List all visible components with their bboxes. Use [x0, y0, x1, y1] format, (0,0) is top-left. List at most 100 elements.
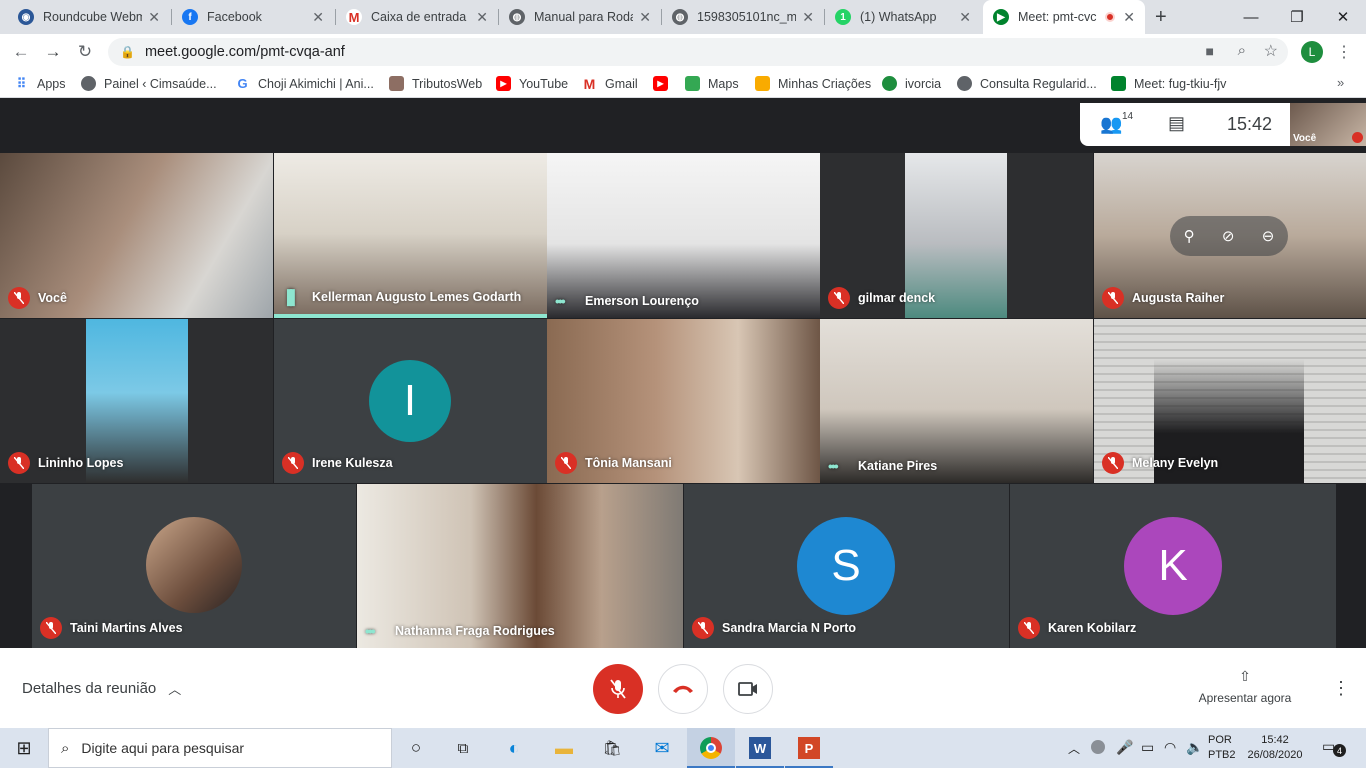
tab-roundcube[interactable]: ◉ Roundcube Webm ✕	[8, 0, 170, 34]
tab-gmail[interactable]: M Caixa de entrada ( ✕	[336, 0, 498, 34]
participant-name: Você	[38, 291, 67, 305]
people-icon[interactable]: 👥	[1100, 114, 1122, 135]
minimize-icon[interactable]: —	[1228, 0, 1274, 34]
meet-tray-icon[interactable]	[1091, 740, 1105, 754]
close-icon[interactable]: ✕	[312, 9, 324, 26]
bookmark-meet[interactable]: Meet: fug-tkiu-fjv	[1111, 76, 1226, 91]
taskbar-clock[interactable]: 15:42 26/08/2020	[1242, 733, 1308, 763]
taskbar-word[interactable]: W	[736, 728, 784, 768]
zoom-icon[interactable]: ⌕	[1238, 42, 1246, 59]
participant-tile[interactable]: ⚲ ⊘ ⊖ Augusta Raiher	[1094, 153, 1366, 318]
bookmark-label: TributosWeb	[412, 76, 483, 91]
language-indicator[interactable]: POR PTB2	[1208, 733, 1242, 763]
present-now-button[interactable]: ⇧ Apresentar agora	[1190, 668, 1300, 705]
participant-tile[interactable]: Melany Evelyn	[1094, 319, 1366, 483]
bookmark-painel[interactable]: Painel ‹ Cimsaúde...	[81, 76, 217, 91]
close-icon[interactable]: ✕	[802, 9, 814, 26]
avatar: K	[1124, 517, 1222, 615]
close-icon[interactable]: ✕	[1123, 9, 1135, 26]
task-view-icon[interactable]: ⧉	[451, 736, 475, 760]
chevron-up-icon: ︿	[168, 682, 182, 697]
participant-tile-speaking[interactable]: ▐▌ Kellerman Augusto Lemes Godarth	[274, 153, 547, 318]
bookmark-apps[interactable]: ⠿ Apps	[14, 76, 66, 91]
chat-icon[interactable]: ▤	[1168, 113, 1185, 134]
close-icon[interactable]: ✕	[148, 9, 160, 26]
tab-facebook[interactable]: f Facebook ✕	[172, 0, 334, 34]
close-window-icon[interactable]: ✕	[1320, 0, 1366, 34]
close-icon[interactable]: ✕	[639, 9, 651, 26]
participant-tile[interactable]: ••• Emerson Lourenço	[547, 153, 820, 318]
meet-stage: 👥 14 ▤ 15:42 Você Você ▐▌ Kellerman Augus…	[0, 98, 1366, 648]
windows-start-icon[interactable]: ⊞	[12, 736, 36, 760]
more-options-icon[interactable]: ⋮	[1332, 678, 1350, 699]
wifi-icon[interactable]: ◠	[1164, 739, 1176, 756]
participant-tile[interactable]: I Irene Kulesza	[274, 319, 547, 483]
bookmark-youtube-2[interactable]: ▶	[653, 76, 676, 91]
mail-icon[interactable]: ✉	[650, 736, 674, 760]
tab-whatsapp[interactable]: 1 (1) WhatsApp ✕	[825, 0, 981, 34]
back-icon[interactable]: ←	[10, 41, 32, 63]
participant-name: Irene Kulesza	[312, 456, 393, 470]
meeting-details-button[interactable]: Detalhes da reunião ︿	[22, 679, 181, 698]
participant-tile[interactable]: Tônia Mansani	[547, 319, 820, 483]
mic-toggle-button[interactable]	[593, 664, 643, 714]
bookmark-minhas-criacoes[interactable]: Minhas Criações	[755, 76, 871, 91]
taskbar-chrome[interactable]	[687, 728, 735, 768]
bookmark-maps[interactable]: Maps	[685, 76, 739, 91]
bookmark-gmail[interactable]: M Gmail	[582, 76, 638, 92]
forward-icon[interactable]: →	[42, 41, 64, 63]
reload-icon[interactable]: ↻	[74, 41, 96, 63]
tab-manual[interactable]: ◍ Manual para Roda ✕	[499, 0, 661, 34]
star-icon[interactable]: ☆	[1264, 41, 1278, 61]
battery-icon[interactable]: ▭	[1141, 739, 1154, 756]
participant-tile[interactable]: S Sandra Marcia N Porto	[684, 484, 1009, 648]
tab-meet-active[interactable]: ▶ Meet: pmt-cvc ✕	[983, 0, 1145, 34]
camera-icon[interactable]: ■	[1206, 43, 1214, 59]
bookmark-label: Painel ‹ Cimsaúde...	[104, 76, 217, 91]
participant-name: Emerson Lourenço	[585, 294, 699, 308]
participant-tile[interactable]: K Karen Kobilarz	[1010, 484, 1336, 648]
chevron-up-icon[interactable]: ︿	[1068, 740, 1080, 757]
participant-tile[interactable]: ••• Katiane Pires	[820, 319, 1093, 483]
taskbar-powerpoint[interactable]: P	[785, 728, 833, 768]
edge-icon[interactable]: ◐	[502, 736, 526, 760]
bookmark-youtube[interactable]: ▶ YouTube	[496, 76, 568, 91]
taskbar-search[interactable]: ⌕ Digite aqui para pesquisar	[48, 728, 392, 768]
microphone-icon[interactable]: 🎤	[1116, 739, 1133, 756]
leave-call-button[interactable]	[658, 664, 708, 714]
meeting-info-panel: 👥 14 ▤ 15:42	[1080, 103, 1290, 146]
self-view-thumbnail[interactable]: Você	[1290, 103, 1366, 146]
store-icon[interactable]: 🛍	[600, 736, 624, 760]
participant-tile[interactable]: Lininho Lopes	[0, 319, 273, 483]
word-icon: W	[749, 737, 771, 759]
bookmark-tributosweb[interactable]: TributosWeb	[389, 76, 482, 91]
file-explorer-icon[interactable]: ▬	[552, 736, 576, 760]
more-bookmarks-icon[interactable]: »	[1337, 75, 1344, 90]
camera-toggle-button[interactable]	[723, 664, 773, 714]
pin-icon[interactable]: ⚲	[1184, 227, 1195, 245]
close-icon[interactable]: ✕	[476, 9, 488, 26]
bookmark-ivorcia[interactable]: ivorcia	[882, 76, 941, 91]
profile-avatar[interactable]: L	[1301, 41, 1323, 63]
avatar: I	[369, 360, 451, 442]
restore-icon[interactable]: ❐	[1274, 0, 1320, 34]
cortana-icon[interactable]: ○	[404, 736, 428, 760]
mute-participant-icon[interactable]: ⊘	[1222, 227, 1235, 245]
search-placeholder: Digite aqui para pesquisar	[81, 740, 245, 756]
notifications-icon[interactable]: ▭ 4	[1322, 738, 1346, 758]
participant-tile[interactable]: ••• Nathanna Fraga Rodrigues	[357, 484, 683, 648]
participant-tile[interactable]: Taini Martins Alves	[32, 484, 356, 648]
new-tab-icon[interactable]: +	[1155, 6, 1167, 29]
volume-icon[interactable]: 🔈	[1186, 739, 1203, 756]
close-icon[interactable]: ✕	[959, 9, 971, 26]
menu-icon[interactable]: ⋮	[1336, 42, 1352, 62]
tab-pdf[interactable]: ◍ 1598305101nc_ma ✕	[662, 0, 824, 34]
youtube-icon: ▶	[496, 76, 511, 91]
address-bar[interactable]: 🔒 meet.google.com/pmt-cvqa-anf ■ ⌕ ☆	[108, 38, 1288, 66]
remove-icon[interactable]: ⊖	[1262, 227, 1275, 245]
participant-tile[interactable]: Você	[0, 153, 273, 318]
participant-tile[interactable]: gilmar denck	[820, 153, 1093, 318]
bookmark-choji[interactable]: G Choji Akimichi | Ani...	[235, 76, 373, 91]
mic-off-icon	[610, 679, 626, 699]
bookmark-consulta[interactable]: Consulta Regularid...	[957, 76, 1097, 91]
